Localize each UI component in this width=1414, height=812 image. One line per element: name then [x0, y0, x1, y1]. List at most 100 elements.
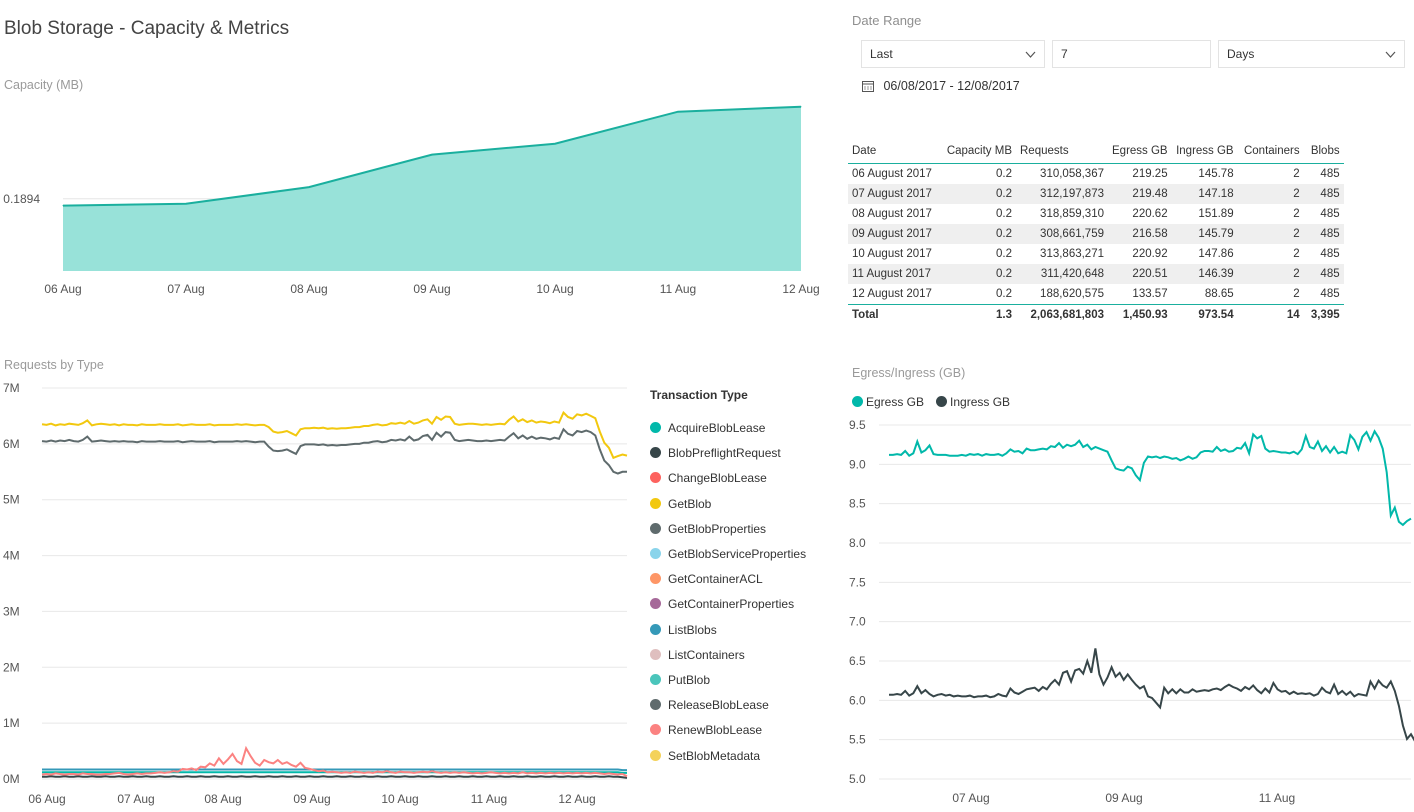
page-title: Blob Storage - Capacity & Metrics: [4, 18, 290, 39]
column-header[interactable]: Egress GB: [1108, 139, 1172, 164]
legend-item[interactable]: GetBlob: [650, 496, 711, 512]
legend-item[interactable]: SetBlobMetadata: [650, 748, 760, 764]
table-cell: 146.39: [1171, 264, 1238, 284]
legend-item[interactable]: AcquireBlobLease: [650, 420, 765, 436]
table-cell: 07 August 2017: [848, 184, 942, 204]
table-cell: 151.89: [1198, 208, 1234, 220]
y-tick-label: 8.0: [849, 536, 866, 550]
table-row: 07 August 2017 0.2 312,197,873 219.48 14…: [848, 184, 1344, 204]
data-point: [677, 111, 679, 113]
legend-label: GetBlob: [668, 496, 712, 511]
legend-item[interactable]: ReleaseBlobLease: [650, 697, 769, 713]
legend-dot: [650, 422, 661, 433]
legend-item[interactable]: GetBlobProperties: [650, 521, 766, 537]
x-tick-label: 08 Aug: [290, 282, 327, 296]
table-cell: 1,450.93: [1108, 304, 1172, 325]
date-unit-dropdown[interactable]: Days: [1218, 40, 1405, 68]
legend-label: ChangeBlobLease: [668, 471, 767, 486]
x-tick-label: 06 Aug: [44, 282, 81, 296]
table-cell: 12 August 2017: [852, 288, 932, 300]
table-cell: 220.92: [1132, 248, 1168, 260]
column-header[interactable]: Blobs: [1303, 139, 1344, 164]
data-point: [62, 205, 64, 207]
table-cell: 09 August 2017: [848, 224, 942, 244]
legend-item[interactable]: ListBlobs: [650, 622, 717, 638]
data-point: [800, 106, 802, 108]
table-cell: 188,620,575: [1040, 288, 1104, 300]
date-mode-dropdown[interactable]: Last: [861, 40, 1045, 68]
legend-dot: [650, 674, 661, 685]
column-header[interactable]: Capacity MB: [942, 139, 1016, 164]
legend-item[interactable]: RenewBlobLease: [650, 722, 762, 738]
table-cell: 145.79: [1171, 224, 1238, 244]
y-tick-label: 9.0: [849, 457, 866, 471]
column-header[interactable]: Containers: [1237, 139, 1304, 164]
table-cell: 220.62: [1132, 208, 1168, 220]
y-tick-label: 9.5: [849, 418, 866, 432]
legend-label: SetBlobMetadata: [668, 748, 761, 763]
date-range-display: 06/08/2017 - 12/08/2017: [862, 79, 1020, 95]
table-cell: 1.3: [942, 304, 1016, 325]
table-cell: 88.65: [1204, 288, 1234, 300]
legend-label: BlobPreflightRequest: [668, 446, 781, 461]
y-tick-label: 5.5: [849, 733, 866, 747]
table-cell: 2: [1293, 168, 1300, 180]
data-point: [554, 143, 556, 145]
table-row: 08 August 2017 0.2 318,859,310 220.62 15…: [848, 204, 1344, 224]
legend-dot: [650, 472, 661, 484]
capacity-chart-title: Capacity (MB): [4, 78, 84, 92]
table-row: 11 August 2017 0.2 311,420,648 220.51 14…: [848, 264, 1344, 284]
x-tick-label: 12 Aug: [782, 282, 819, 296]
column-header[interactable]: Requests: [1016, 139, 1108, 164]
legend-label[interactable]: Ingress GB: [950, 395, 1010, 409]
table-cell: 0.2: [996, 288, 1012, 300]
legend-label[interactable]: Egress GB: [866, 395, 924, 409]
column-header[interactable]: Date: [848, 139, 942, 164]
y-tick-label: 6M: [3, 437, 20, 451]
legend-item[interactable]: ChangeBlobLease: [650, 470, 767, 486]
legend-dot: [650, 648, 661, 660]
series-line-ListBlobs: [42, 768, 627, 772]
legend-item[interactable]: GetBlobServiceProperties: [650, 546, 806, 562]
date-unit-value: Days: [1227, 47, 1255, 61]
egress-ingress-legend: Egress GB Ingress GB: [852, 395, 1010, 409]
table-cell: 2: [1237, 264, 1304, 284]
table-cell: 310,058,367: [1040, 168, 1104, 180]
y-tick-label: 8.5: [849, 497, 866, 511]
table-row: 10 August 2017 0.2 313,863,271 220.92 14…: [848, 244, 1344, 264]
y-tick-label: 1M: [3, 716, 20, 730]
table-header-row: Date Capacity MB Requests Egress GB Ingr…: [848, 139, 1344, 164]
table-cell: 147.86: [1198, 248, 1234, 260]
table-cell: 0.2: [942, 184, 1016, 204]
legend-item[interactable]: GetContainerProperties: [650, 596, 794, 612]
legend-item[interactable]: BlobPreflightRequest: [650, 445, 781, 461]
legend-dot: [650, 724, 661, 736]
legend-dot: [650, 447, 661, 459]
legend-dot: [650, 749, 661, 761]
y-tick-label: 6.5: [849, 654, 866, 668]
legend-label: ListBlobs: [668, 622, 717, 637]
column-header[interactable]: Ingress GB: [1171, 139, 1238, 164]
egress-ingress-chart: 07 Aug 09 Aug 11 Aug 5.0 5.5 6.0 6.5 7.0 7.5 8.0…: [849, 418, 1414, 805]
series-line-GetBlob: [41, 410, 628, 460]
y-tick-label: 3M: [3, 604, 20, 618]
x-tick-label: 07 Aug: [952, 791, 989, 805]
data-point: [308, 186, 310, 188]
table-cell: 133.57: [1132, 288, 1168, 300]
legend-item[interactable]: PutBlob: [650, 672, 710, 688]
table-cell: 318,859,310: [1040, 208, 1104, 220]
y-tick-label: 5.0: [849, 772, 866, 786]
x-tick-label: 06 Aug: [28, 792, 65, 806]
table-cell: 308,661,759: [1016, 224, 1108, 244]
series-line-BlobPreflightRequest: [42, 775, 628, 779]
table-cell: 3,395: [1303, 304, 1344, 325]
legend-item[interactable]: GetContainerACL: [650, 571, 763, 587]
legend-item[interactable]: ListContainers: [650, 647, 745, 663]
x-tick-label: 09 Aug: [293, 792, 330, 806]
x-tick-label: 10 Aug: [381, 792, 418, 806]
table-cell: 10 August 2017: [852, 248, 932, 260]
legend-label: PutBlob: [668, 673, 711, 687]
table-cell: 311,420,648: [1016, 264, 1108, 284]
y-tick-label: 2M: [3, 660, 20, 674]
date-count-input[interactable]: 7: [1052, 40, 1211, 68]
